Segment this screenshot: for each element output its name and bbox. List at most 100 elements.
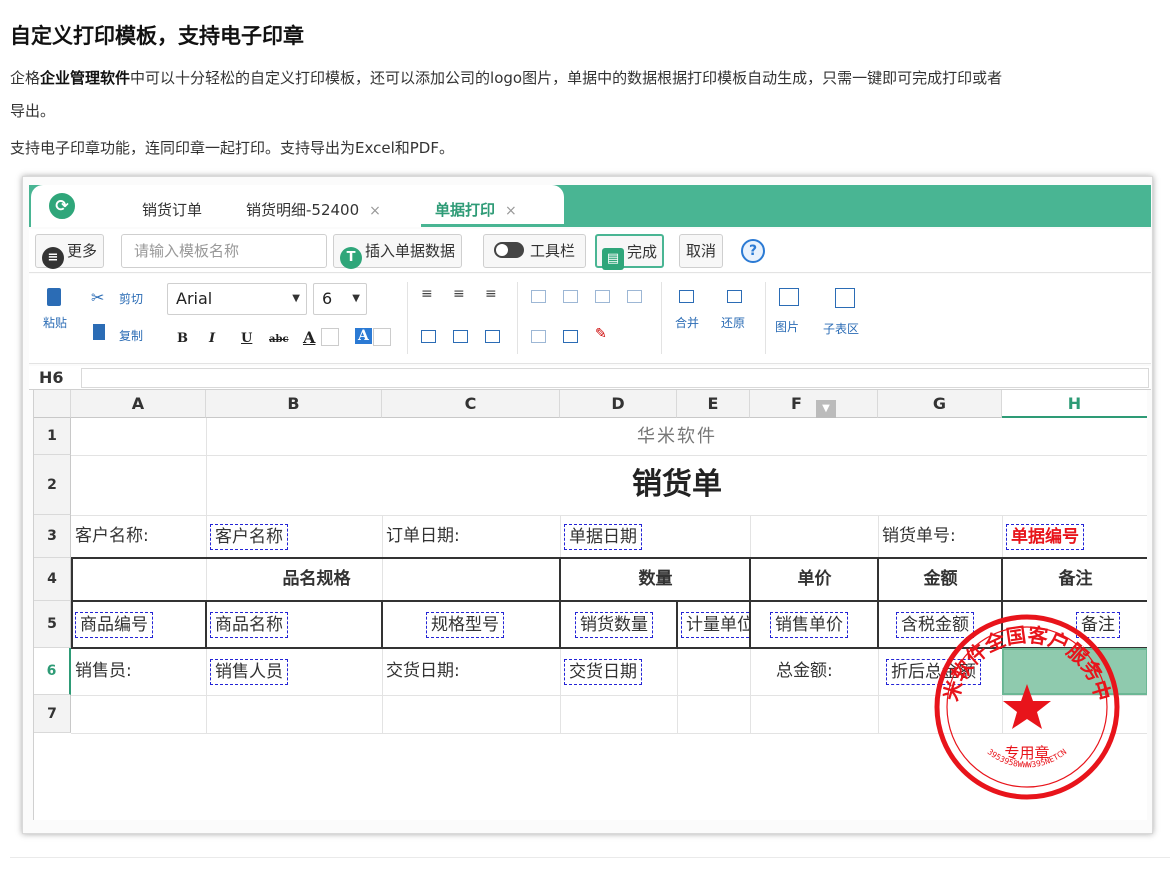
product-code-field[interactable]: 商品编号 bbox=[75, 612, 153, 638]
row-header-5[interactable]: 5 bbox=[34, 601, 71, 648]
field-tag: 客户名称 bbox=[210, 524, 288, 550]
amount-header[interactable]: 金额 bbox=[879, 558, 1002, 600]
valign-top-icon[interactable] bbox=[421, 330, 436, 343]
cut-label[interactable]: 剪切 bbox=[119, 290, 143, 307]
seller-field[interactable]: 销售人员 bbox=[210, 659, 288, 685]
row-header-4[interactable]: 4 bbox=[34, 558, 71, 601]
copy-label[interactable]: 复制 bbox=[119, 327, 143, 344]
bold-button[interactable]: B bbox=[177, 331, 188, 346]
border-left-icon[interactable] bbox=[531, 330, 546, 343]
align-left-icon[interactable]: ≡ bbox=[421, 286, 433, 302]
document-title-cell[interactable]: 销货单 bbox=[206, 455, 1147, 515]
main-toolbar: ≡ 更多 请输入模板名称 T 插入单据数据 工具栏 ▤ 完成 取消 ? bbox=[29, 229, 1151, 273]
sales-no-field[interactable]: 单据编号 bbox=[1006, 524, 1084, 550]
sales-no-label[interactable]: 销货单号: bbox=[882, 515, 956, 558]
italic-button[interactable]: I bbox=[209, 331, 215, 346]
help-icon[interactable]: ? bbox=[741, 239, 765, 263]
bg-color-swatch[interactable] bbox=[373, 328, 391, 346]
seller-label[interactable]: 销售员: bbox=[75, 648, 132, 695]
restore-label[interactable]: 还原 bbox=[721, 314, 745, 331]
subtable-label[interactable]: 子表区 bbox=[823, 320, 859, 337]
col-header-g[interactable]: G bbox=[878, 390, 1002, 418]
border-outer-icon[interactable] bbox=[595, 290, 610, 303]
font-color-button[interactable]: A bbox=[303, 328, 315, 347]
font-color-swatch[interactable] bbox=[321, 328, 339, 346]
formula-input[interactable] bbox=[81, 368, 1149, 388]
underline-button[interactable]: U bbox=[241, 331, 252, 346]
close-icon[interactable]: × bbox=[369, 203, 381, 219]
delivery-date-field[interactable]: 交货日期 bbox=[564, 659, 642, 685]
border-none-icon[interactable] bbox=[627, 290, 642, 303]
scissors-icon[interactable]: ✂ bbox=[91, 288, 104, 307]
border-color-icon[interactable]: ✎ bbox=[595, 326, 607, 342]
close-icon[interactable]: × bbox=[505, 203, 517, 219]
total-amount-label[interactable]: 总金额: bbox=[776, 648, 833, 695]
done-button[interactable]: ▤ 完成 bbox=[595, 234, 665, 270]
border-inner-icon[interactable] bbox=[563, 290, 578, 303]
toolbar-toggle[interactable]: 工具栏 bbox=[483, 234, 587, 268]
col-header-a[interactable]: A bbox=[71, 390, 206, 418]
col-header-b[interactable]: B bbox=[206, 390, 382, 418]
merge-label[interactable]: 合并 bbox=[675, 314, 699, 331]
unit-price-field[interactable]: 销售单价 bbox=[770, 612, 848, 638]
border-all-icon[interactable] bbox=[531, 290, 546, 303]
subtable-icon[interactable] bbox=[835, 288, 855, 308]
font-size-select[interactable]: 6 ▼ bbox=[313, 283, 367, 315]
tab-sales-detail[interactable]: 销货明细-52400 × bbox=[246, 199, 381, 220]
strikethrough-button[interactable]: abc bbox=[269, 334, 289, 345]
cancel-button[interactable]: 取消 bbox=[679, 234, 724, 268]
customer-field[interactable]: 客户名称 bbox=[210, 524, 288, 550]
row-header-7[interactable]: 7 bbox=[34, 695, 71, 733]
customer-label[interactable]: 客户名称: bbox=[75, 515, 149, 558]
row-header-6[interactable]: 6 bbox=[34, 648, 71, 695]
merge-icon[interactable] bbox=[679, 290, 694, 303]
tab-label: 销货订单 bbox=[142, 201, 203, 219]
row-header-2[interactable]: 2 bbox=[34, 455, 71, 515]
filter-dropdown-icon[interactable]: ▼ bbox=[815, 400, 836, 418]
image-icon[interactable] bbox=[779, 288, 799, 306]
paste-icon[interactable] bbox=[47, 288, 61, 306]
more-label: 更多 bbox=[67, 242, 98, 260]
template-name-input[interactable]: 请输入模板名称 bbox=[121, 234, 327, 268]
paste-label[interactable]: 粘贴 bbox=[43, 314, 67, 331]
image-label[interactable]: 图片 bbox=[775, 318, 799, 335]
company-name-cell[interactable]: 华米软件 bbox=[206, 418, 1147, 455]
col-header-h[interactable]: H bbox=[1002, 390, 1147, 418]
restore-icon[interactable] bbox=[727, 290, 742, 303]
remark-header[interactable]: 备注 bbox=[1003, 558, 1147, 600]
unit-field[interactable]: 计量单位 bbox=[681, 612, 750, 638]
row-header-1[interactable]: 1 bbox=[34, 418, 71, 455]
col-header-c[interactable]: C bbox=[382, 390, 560, 418]
insert-data-button[interactable]: T 插入单据数据 bbox=[333, 234, 463, 269]
tab-doc-print[interactable]: 单据打印 × bbox=[435, 199, 517, 220]
product-name-field[interactable]: 商品名称 bbox=[210, 612, 288, 638]
col-header-e[interactable]: E bbox=[677, 390, 750, 418]
refresh-logo-icon[interactable]: ⟳ bbox=[47, 191, 77, 221]
font-family-select[interactable]: Arial ▼ bbox=[167, 283, 307, 315]
col-f-label: F bbox=[791, 394, 802, 413]
copy-icon[interactable] bbox=[93, 324, 105, 340]
corner-cell[interactable] bbox=[34, 390, 71, 418]
sales-qty-field[interactable]: 销货数量 bbox=[575, 612, 653, 638]
spec-header[interactable]: 品名规格 bbox=[73, 558, 560, 600]
delivery-date-label[interactable]: 交货日期: bbox=[386, 648, 460, 695]
field-tag: 交货日期 bbox=[564, 659, 642, 685]
active-tab-indicator bbox=[421, 224, 564, 227]
model-field[interactable]: 规格型号 bbox=[426, 612, 504, 638]
align-center-icon[interactable]: ≡ bbox=[453, 286, 465, 302]
valign-middle-icon[interactable] bbox=[453, 330, 468, 343]
col-header-d[interactable]: D bbox=[560, 390, 677, 418]
align-right-icon[interactable]: ≡ bbox=[485, 286, 497, 302]
row-header-3[interactable]: 3 bbox=[34, 515, 71, 558]
tab-sales-order[interactable]: 销货订单 bbox=[142, 199, 202, 220]
valign-bottom-icon[interactable] bbox=[485, 330, 500, 343]
tab-bar: ⟳ 销货订单 销货明细-52400 × 单据打印 × bbox=[29, 185, 1151, 227]
order-date-field[interactable]: 单据日期 bbox=[564, 524, 642, 550]
col-header-f[interactable]: F ▼ bbox=[750, 390, 878, 418]
bg-color-button[interactable]: A bbox=[355, 328, 372, 344]
more-button[interactable]: ≡ 更多 bbox=[35, 234, 105, 269]
price-header[interactable]: 单价 bbox=[751, 558, 878, 600]
order-date-label[interactable]: 订单日期: bbox=[386, 515, 460, 558]
qty-header[interactable]: 数量 bbox=[561, 558, 750, 600]
border-grid-icon[interactable] bbox=[563, 330, 578, 343]
